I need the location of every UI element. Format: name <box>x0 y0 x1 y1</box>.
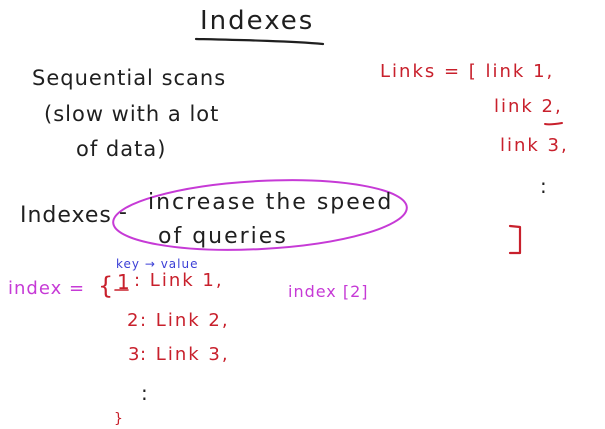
index-row-value: : Link 2, <box>140 310 230 331</box>
index-row-key: 3 <box>128 344 140 365</box>
index-close-brace: } <box>114 411 123 427</box>
links-item-2: link 2, <box>494 96 563 117</box>
link2-underline <box>544 122 563 126</box>
links-ellipsis: : <box>540 174 547 198</box>
links-header: Links = [ link 1, <box>380 61 555 82</box>
page-title: Indexes <box>200 6 315 36</box>
key-value-annotation: key → value <box>116 257 199 271</box>
index-row-value: : Link 1, <box>134 270 224 291</box>
index-ellipsis: : <box>141 381 148 405</box>
index-row-key: 1 <box>117 270 130 294</box>
links-close-bracket <box>508 224 522 255</box>
index-open-brace: { <box>98 272 114 300</box>
definition-dash: - <box>119 200 127 225</box>
note-slow-with-lot: (slow with a lot <box>44 102 220 126</box>
links-item-3: link 3, <box>500 135 569 156</box>
definition-line1: increase the speed <box>148 190 394 215</box>
note-sequential-scans: Sequential scans <box>32 66 227 90</box>
index-row-key: 2 <box>127 310 139 331</box>
index-label: index = <box>8 278 86 299</box>
index-lookup: index [2] <box>288 282 369 301</box>
index-row-value: : Link 3, <box>140 344 230 365</box>
indexes-label: Indexes <box>20 203 112 228</box>
title-underline <box>194 37 325 46</box>
definition-line2: of queries <box>158 224 288 249</box>
whiteboard-canvas: Indexes Sequential scans (slow with a lo… <box>0 0 605 429</box>
note-of-data: of data) <box>76 137 167 161</box>
